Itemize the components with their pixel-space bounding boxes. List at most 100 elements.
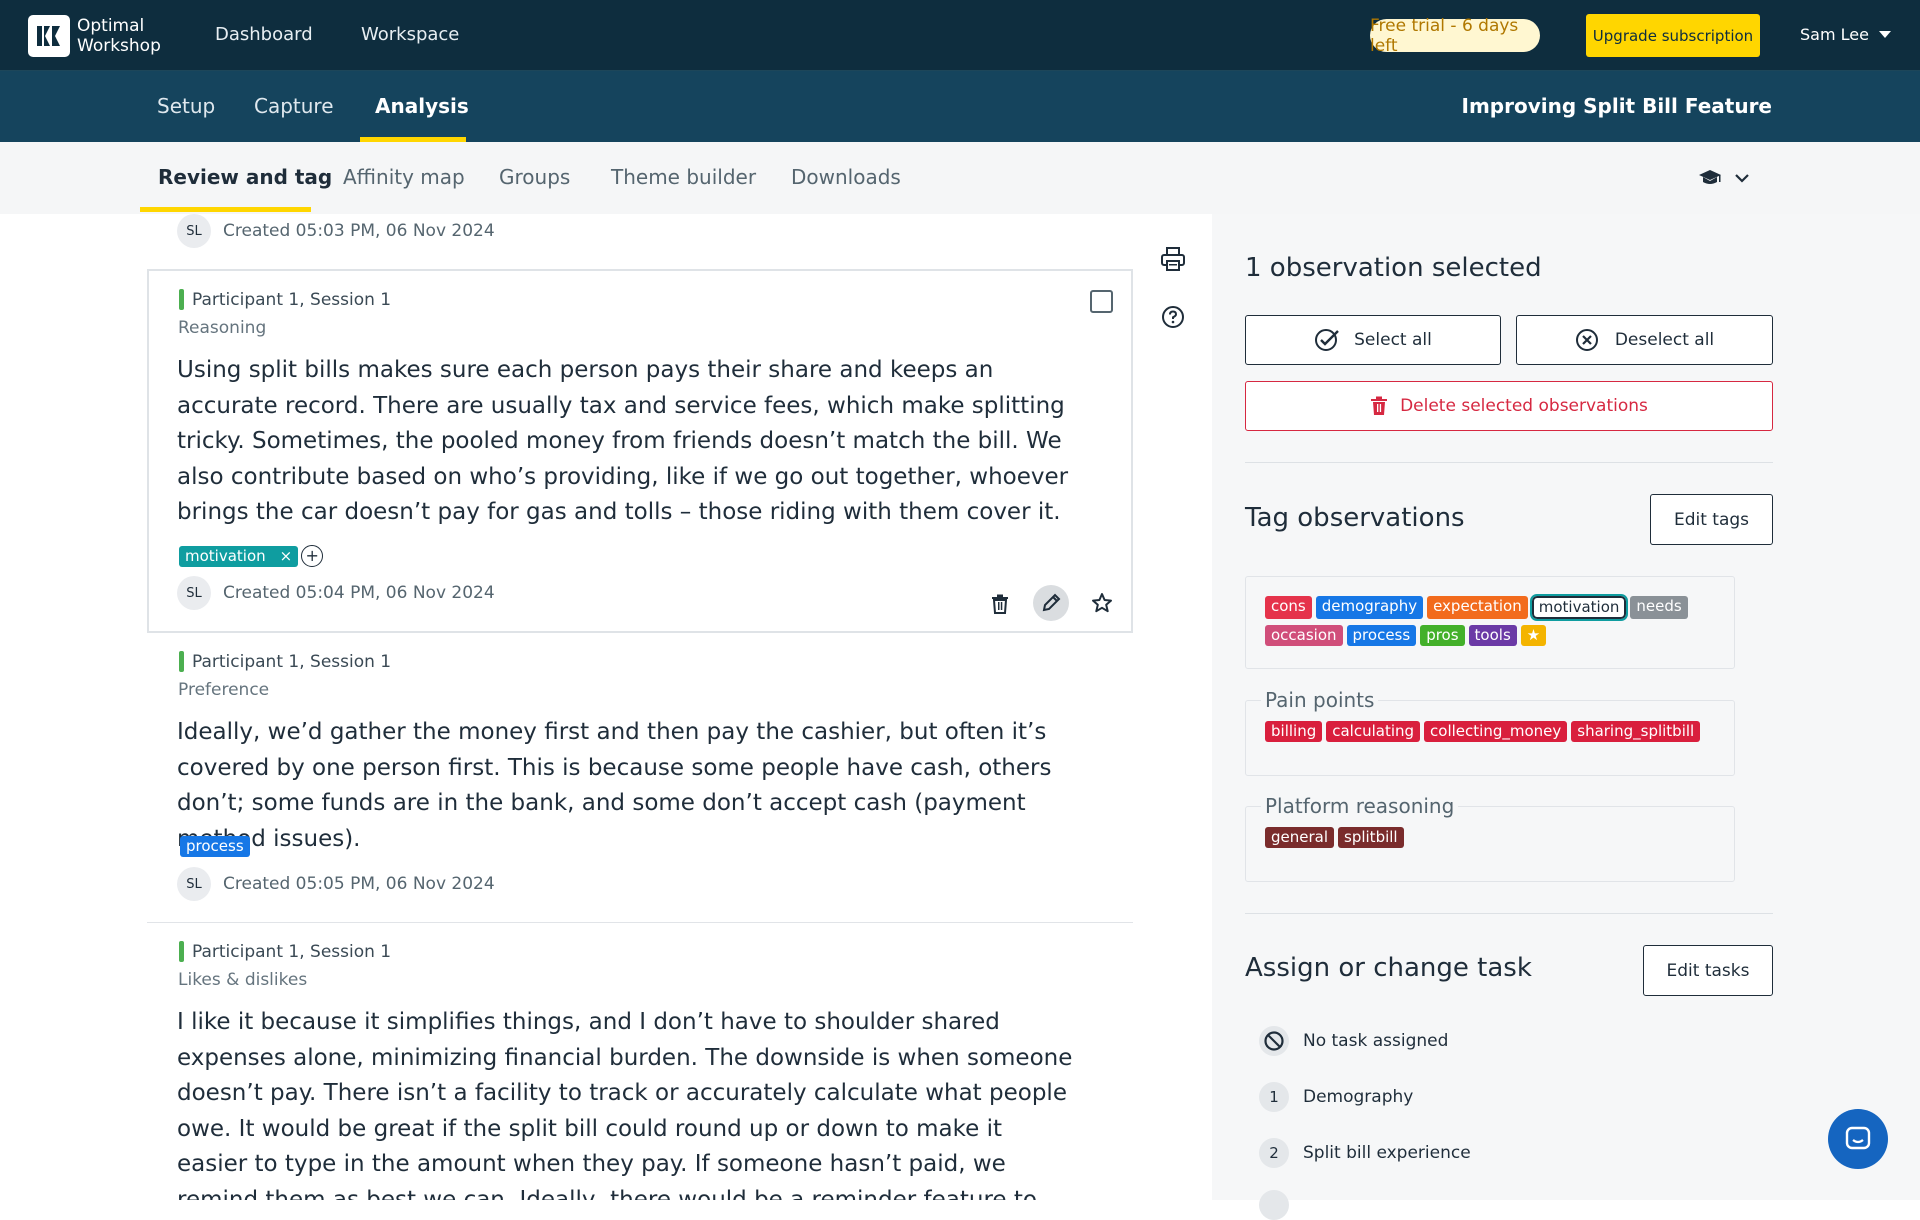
tag-option[interactable]: expectation (1427, 596, 1528, 619)
chat-launcher-button[interactable] (1828, 1109, 1888, 1169)
nav-workspace[interactable]: Workspace (361, 24, 459, 45)
task-option-none[interactable]: No task assigned (1259, 1026, 1448, 1056)
tab-capture[interactable]: Capture (254, 94, 334, 118)
tag-chip[interactable]: process (180, 836, 250, 857)
subtab-review-and-tag[interactable]: Review and tag (158, 165, 332, 189)
tag-option[interactable]: tools (1468, 625, 1517, 646)
created-timestamp: Created 05:04 PM, 06 Nov 2024 (223, 583, 495, 603)
trash-icon (1371, 396, 1388, 415)
observation-meta: SL Created 05:05 PM, 06 Nov 2024 (177, 867, 495, 901)
edit-tasks-button[interactable]: Edit tasks (1643, 945, 1773, 996)
observation-text: I like it because it simplifies things, … (177, 1009, 1073, 1200)
tag-option[interactable]: collecting_money (1424, 721, 1568, 742)
participant-label: Participant 1, Session 1 (179, 941, 391, 962)
panel-divider (1245, 913, 1773, 914)
print-icon (1161, 247, 1185, 271)
logo-text: Optimal Workshop (77, 16, 161, 56)
upgrade-subscription-button[interactable]: Upgrade subscription (1586, 14, 1760, 57)
participant-label: Participant 1, Session 1 (179, 289, 391, 310)
trash-icon (992, 594, 1008, 614)
tag-picker-ungrouped: cons demography expectation motivation n… (1245, 576, 1735, 669)
tag-row: occasion process pros tools ★ (1246, 619, 1734, 646)
task-label: Demography (1303, 1087, 1414, 1107)
subtab-downloads[interactable]: Downloads (791, 165, 901, 189)
avatar: SL (177, 576, 211, 610)
delete-observation-button[interactable] (982, 586, 1018, 622)
avatar: SL (177, 214, 211, 248)
help-button[interactable] (1155, 299, 1191, 335)
print-button[interactable] (1155, 241, 1191, 277)
edit-observation-button[interactable] (1033, 585, 1069, 621)
tag-option[interactable]: calculating (1326, 721, 1421, 742)
tag-option[interactable]: demography (1315, 596, 1424, 619)
select-all-button[interactable]: Select all (1245, 315, 1501, 365)
delete-selected-button[interactable]: Delete selected observations (1245, 381, 1773, 431)
panel-divider (1245, 462, 1773, 463)
tag-label: motivation (185, 546, 266, 565)
tag-option[interactable]: general (1265, 827, 1335, 848)
tag-option[interactable]: process (1346, 625, 1417, 646)
project-title: Improving Split Bill Feature (1461, 94, 1772, 118)
avatar: SL (177, 867, 211, 901)
subtab-groups[interactable]: Groups (499, 165, 570, 189)
chevron-down-icon (1735, 174, 1749, 183)
tag-chip[interactable]: motivation × (179, 545, 299, 567)
tab-setup[interactable]: Setup (157, 94, 215, 118)
observation-category: Preference (178, 680, 270, 700)
task-number: 2 (1259, 1138, 1289, 1168)
nav-dashboard[interactable]: Dashboard (215, 24, 313, 45)
chat-icon (1845, 1126, 1871, 1150)
star-tag-icon[interactable]: ★ (1520, 625, 1547, 646)
participant-text: Participant 1, Session 1 (192, 289, 392, 310)
tag-option[interactable]: sharing_splitbill (1571, 721, 1701, 742)
tag-option[interactable]: pros (1420, 625, 1465, 646)
observation-meta: SL Created 05:03 PM, 06 Nov 2024 (177, 214, 495, 248)
observation-checkbox[interactable] (1090, 290, 1113, 313)
observation-tags: motivation × + (179, 545, 324, 567)
subtab-affinity-map[interactable]: Affinity map (343, 165, 465, 189)
tab-analysis[interactable]: Analysis (375, 94, 469, 118)
x-circle-icon (1575, 329, 1598, 351)
observation-tags: process (180, 836, 250, 857)
star-observation-button[interactable] (1084, 585, 1120, 621)
observation-text: Ideally, we’d gather the money first and… (177, 719, 1052, 852)
participant-text: Participant 1, Session 1 (192, 651, 392, 672)
learn-menu[interactable] (1698, 163, 1756, 193)
tag-option[interactable]: occasion (1265, 625, 1343, 646)
deselect-all-button[interactable]: Deselect all (1516, 315, 1773, 365)
observation-text-clip: I like it because it simplifies things, … (0, 1005, 1212, 1200)
graduation-cap-icon (1699, 170, 1721, 184)
remove-tag-icon[interactable]: × (280, 547, 293, 566)
participant-label: Participant 1, Session 1 (179, 651, 391, 672)
tag-option[interactable]: splitbill (1338, 827, 1404, 848)
observation-category: Reasoning (178, 318, 267, 338)
caret-down-icon[interactable] (1879, 31, 1891, 38)
task-option[interactable]: 2 Split bill experience (1259, 1138, 1471, 1168)
add-tag-icon[interactable]: + (301, 545, 324, 567)
task-label: No task assigned (1303, 1031, 1449, 1051)
task-label: Split bill experience (1303, 1143, 1471, 1163)
analysis-subtabs: Review and tag Affinity map Groups Theme… (0, 142, 1920, 214)
edit-tags-button[interactable]: Edit tags (1650, 494, 1773, 545)
subtab-theme-builder[interactable]: Theme builder (611, 165, 756, 189)
select-all-label: Select all (1354, 330, 1432, 350)
tag-option[interactable]: billing (1265, 721, 1323, 742)
task-number: 1 (1259, 1082, 1289, 1112)
top-navbar: Optimal Workshop Dashboard Workspace Fre… (0, 0, 1920, 71)
tag-option[interactable]: needs (1630, 596, 1688, 619)
tag-option-selected[interactable]: motivation (1529, 594, 1629, 621)
tag-group-label: Platform reasoning (1261, 794, 1459, 818)
participant-color-bar (179, 289, 184, 310)
tag-group-label: Pain points (1261, 688, 1379, 712)
trial-badge[interactable]: Free trial - 6 days left (1370, 16, 1540, 56)
star-icon (1092, 593, 1112, 613)
tag-option[interactable]: cons (1265, 596, 1312, 619)
observation-meta: SL Created 05:04 PM, 06 Nov 2024 (177, 576, 495, 610)
observation-divider (147, 922, 1133, 923)
deselect-all-label: Deselect all (1614, 330, 1715, 350)
optimal-workshop-logo[interactable] (28, 15, 70, 57)
task-option[interactable]: 1 Demography (1259, 1082, 1413, 1112)
help-icon (1162, 306, 1184, 328)
created-timestamp: Created 05:03 PM, 06 Nov 2024 (223, 221, 495, 241)
user-menu[interactable]: Sam Lee (1800, 25, 1869, 44)
